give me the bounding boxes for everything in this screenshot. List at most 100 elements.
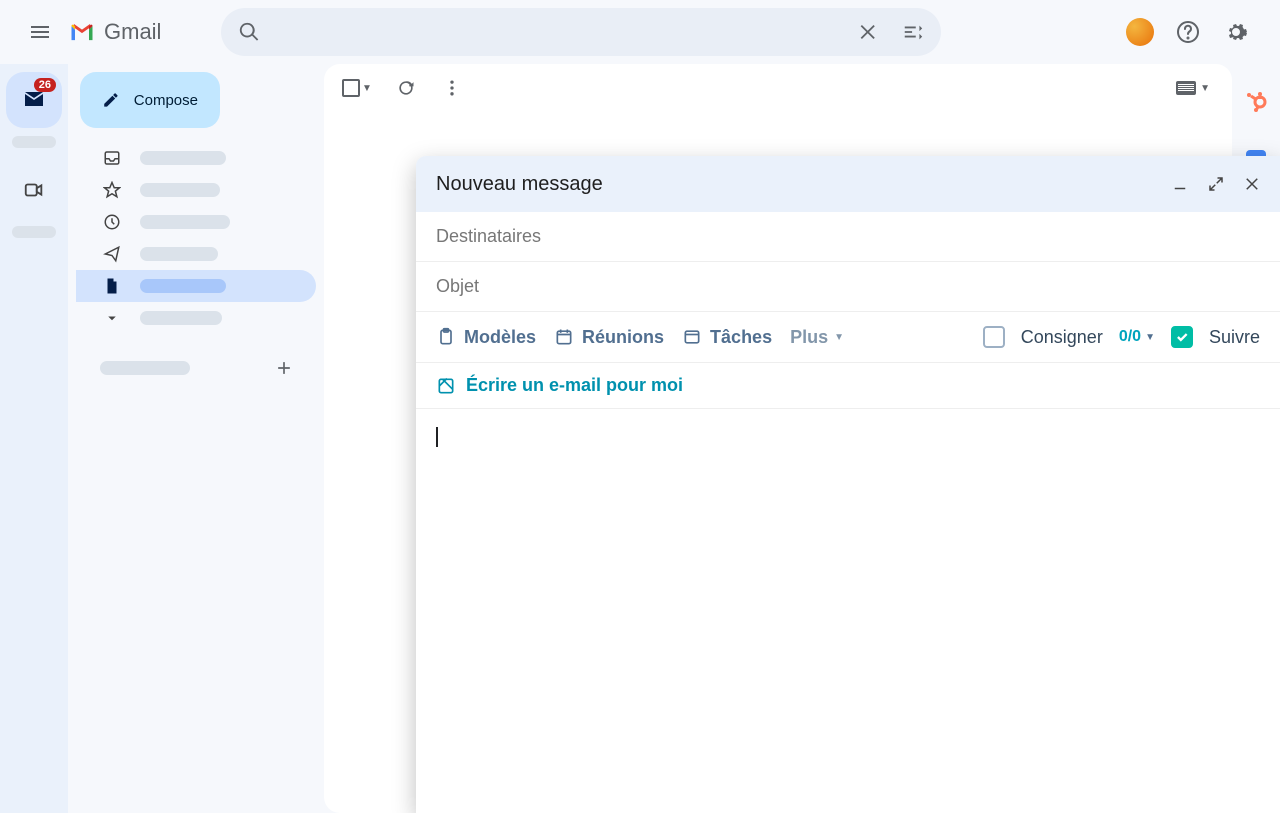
gmail-label: Gmail: [104, 19, 161, 45]
mail-badge: 26: [34, 78, 56, 92]
nav-label-skeleton: [140, 215, 230, 229]
search-bar[interactable]: [221, 8, 941, 56]
chevron-down-icon: ▼: [362, 83, 372, 94]
keyboard-icon: [1176, 81, 1196, 95]
sparkle-icon: [1126, 18, 1154, 46]
chevron-down-icon: ▼: [1145, 332, 1155, 343]
main-menu-button[interactable]: [16, 8, 64, 56]
inbox-icon: [102, 149, 122, 167]
nav-label-skeleton: [140, 279, 226, 293]
search-input[interactable]: [271, 23, 847, 41]
compose-body[interactable]: [416, 409, 1280, 813]
hs-more[interactable]: Plus ▼: [790, 327, 844, 348]
search-icon[interactable]: [227, 10, 271, 54]
minimize-button[interactable]: [1164, 168, 1196, 200]
hs-log-label: Consigner: [1021, 327, 1103, 348]
hubspot-toolbar: Modèles Réunions Tâches Plus ▼ Consigner…: [416, 312, 1280, 363]
rail-meet[interactable]: [6, 162, 62, 218]
hs-templates[interactable]: Modèles: [436, 327, 536, 348]
sparkle-button[interactable]: [1120, 12, 1160, 52]
clock-icon: [102, 213, 122, 231]
checkbox-icon: [342, 79, 360, 97]
add-label-button[interactable]: [268, 352, 300, 384]
labels-row: [76, 344, 316, 392]
ai-write-row: Écrire un e-mail pour moi: [416, 363, 1280, 409]
rail-label-skeleton-2: [12, 226, 56, 238]
hs-log-checkbox[interactable]: [983, 326, 1005, 348]
list-toolbar: ▼ ▼: [324, 64, 1232, 112]
recipients-input[interactable]: [436, 226, 1260, 247]
video-icon: [23, 179, 45, 201]
clear-search-button[interactable]: [847, 10, 891, 54]
clipboard-icon: [436, 327, 456, 347]
hs-tasks[interactable]: Tâches: [682, 327, 772, 348]
fullscreen-button[interactable]: [1200, 168, 1232, 200]
hs-track-label: Suivre: [1209, 327, 1260, 348]
header-right: [1120, 12, 1272, 52]
nav-label-skeleton: [140, 183, 220, 197]
support-button[interactable]: [1168, 12, 1208, 52]
nav-label-skeleton: [140, 247, 218, 261]
recipients-field[interactable]: [416, 212, 1280, 262]
search-options-button[interactable]: [891, 10, 935, 54]
file-icon: [102, 277, 122, 295]
sidebar: Compose: [68, 64, 324, 813]
rail-mail[interactable]: 26: [6, 72, 62, 128]
hs-track-checkbox[interactable]: [1171, 326, 1193, 348]
nav-label-skeleton: [140, 151, 226, 165]
left-rail: 26: [0, 64, 68, 813]
compose-label: Compose: [134, 92, 198, 109]
close-button[interactable]: [1236, 168, 1268, 200]
select-all[interactable]: ▼: [336, 73, 378, 103]
gmail-icon: [68, 18, 96, 46]
settings-button[interactable]: [1216, 12, 1256, 52]
refresh-icon: [396, 78, 416, 98]
compose-header: Nouveau message: [416, 156, 1280, 212]
more-button[interactable]: [434, 70, 470, 106]
subject-field[interactable]: [416, 262, 1280, 312]
input-tool-button[interactable]: ▼: [1176, 81, 1210, 95]
chevron-down-icon: ▼: [1200, 83, 1210, 94]
calendar-small-icon: [554, 327, 574, 347]
send-icon: [102, 245, 122, 263]
compose-button[interactable]: Compose: [80, 72, 220, 128]
nav-drafts[interactable]: [76, 270, 316, 302]
nav-snoozed[interactable]: [76, 206, 316, 238]
pencil-icon: [102, 89, 120, 111]
menu-icon: [28, 20, 52, 44]
chevron-down-icon: ▼: [834, 332, 844, 343]
expand-icon: [1207, 175, 1225, 193]
nav-label-skeleton: [140, 311, 222, 325]
nav-starred[interactable]: [76, 174, 316, 206]
plus-icon: [274, 358, 294, 378]
gear-icon: [1224, 20, 1248, 44]
compose-dialog: Nouveau message Modèles: [416, 156, 1280, 813]
gmail-logo[interactable]: Gmail: [68, 18, 161, 46]
hubspot-icon: [1244, 90, 1268, 114]
nav: [76, 142, 316, 334]
toolbar-right: ▼: [1176, 81, 1220, 95]
header: Gmail: [0, 0, 1280, 64]
subject-input[interactable]: [436, 276, 1260, 297]
compose-ai-icon: [436, 376, 456, 396]
close-icon: [1243, 175, 1261, 193]
hs-meetings[interactable]: Réunions: [554, 327, 664, 348]
hs-log-count[interactable]: 0/0 ▼: [1119, 328, 1155, 346]
nav-more[interactable]: [76, 302, 316, 334]
text-cursor: [436, 427, 438, 447]
hubspot-panel-button[interactable]: [1236, 82, 1276, 122]
nav-sent[interactable]: [76, 238, 316, 270]
compose-title: Nouveau message: [436, 173, 603, 196]
minimize-icon: [1171, 175, 1189, 193]
ai-write-button[interactable]: Écrire un e-mail pour moi: [436, 375, 1260, 396]
task-icon: [682, 327, 702, 347]
star-icon: [102, 181, 122, 199]
rail-label-skeleton: [12, 136, 56, 148]
check-icon: [1175, 330, 1189, 344]
chevron-down-icon: [102, 309, 122, 327]
labels-skeleton: [100, 361, 190, 375]
help-icon: [1176, 20, 1200, 44]
more-vert-icon: [442, 78, 462, 98]
nav-inbox[interactable]: [76, 142, 316, 174]
refresh-button[interactable]: [388, 70, 424, 106]
